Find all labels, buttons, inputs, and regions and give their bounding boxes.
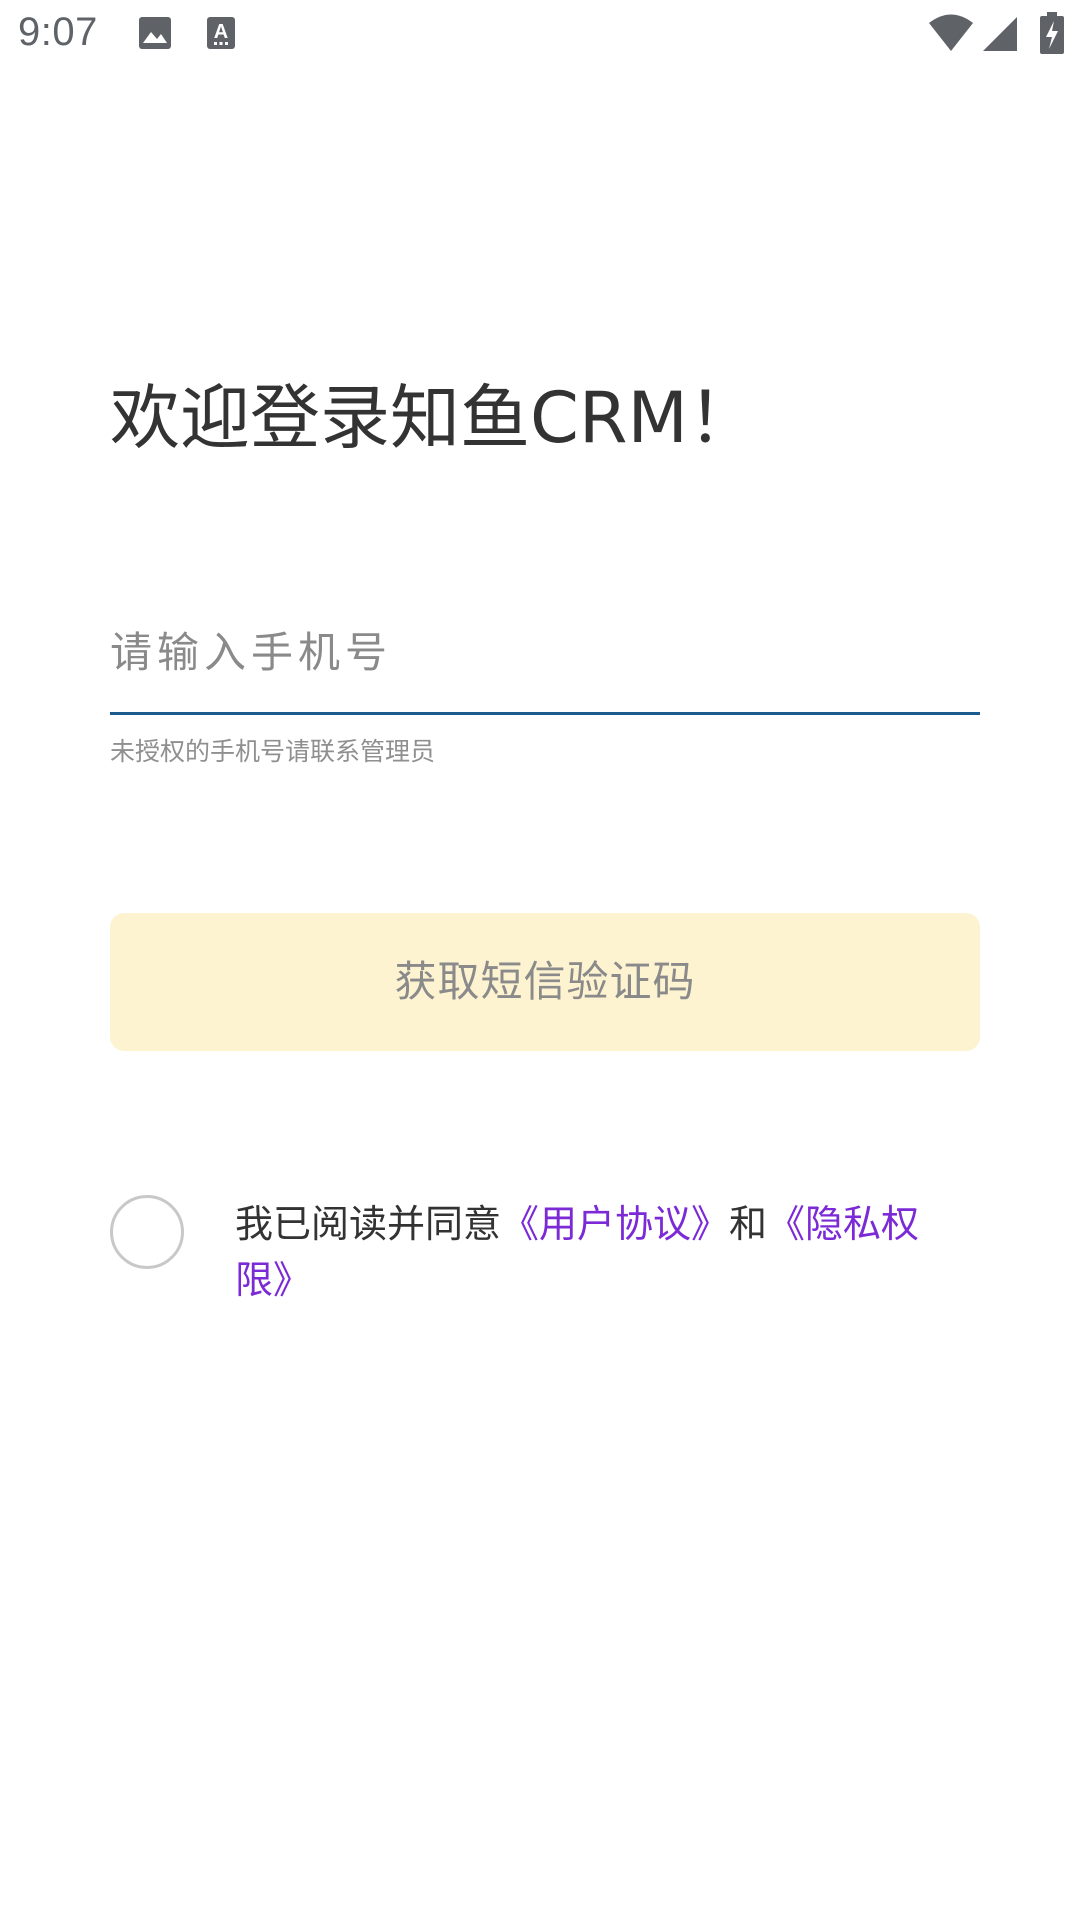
phone-input[interactable] (110, 612, 980, 692)
image-icon (139, 17, 171, 49)
input-underline (110, 712, 980, 715)
cell-signal-icon (983, 17, 1017, 51)
status-time: 9:07 (18, 10, 98, 54)
battery-charging-icon (1040, 12, 1064, 54)
agreement-text: 我已阅读并同意《用户协议》和《隐私权限》 (235, 1196, 955, 1308)
agreement-prefix: 我已阅读并同意 (235, 1202, 502, 1246)
agreement-checkbox[interactable] (110, 1195, 184, 1269)
text-a-icon: A (207, 17, 235, 49)
phone-helper-text: 未授权的手机号请联系管理员 (110, 737, 436, 766)
login-screen: 9:07 A 欢迎登录知鱼CRM！ 未授权的手机号请联系管理员 获取短 (0, 0, 1080, 1920)
svg-text:A: A (214, 21, 228, 43)
get-sms-code-button[interactable]: 获取短信验证码 (110, 913, 980, 1051)
page-title: 欢迎登录知鱼CRM！ (110, 377, 758, 459)
status-bar: 9:07 A (0, 0, 1080, 72)
agreement-conjunction: 和 (729, 1202, 768, 1246)
wifi-icon (929, 14, 973, 51)
user-agreement-link[interactable]: 《用户协议》 (501, 1202, 729, 1246)
